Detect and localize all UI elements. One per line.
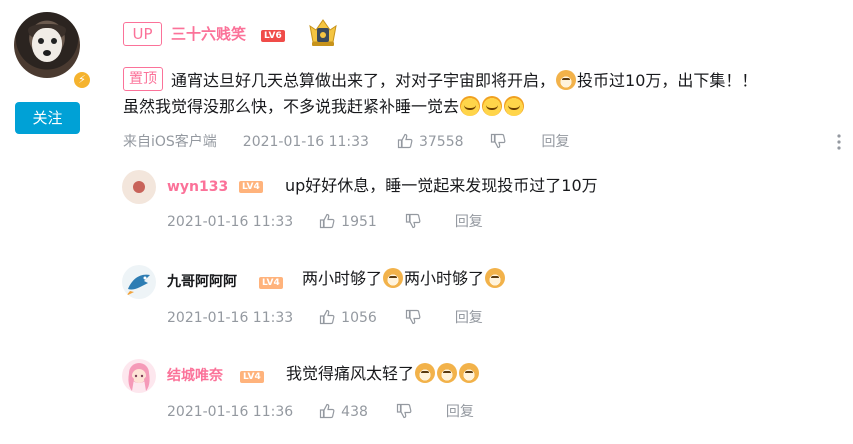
reply-text: 两小时够了 两小时够了	[302, 268, 506, 290]
reply-meta: 2021-01-16 11:36 438 回复	[167, 402, 474, 422]
thumb-up-icon[interactable]	[319, 309, 335, 325]
bird-avatar-shape	[126, 274, 150, 296]
avatar-face-shape	[32, 28, 62, 62]
reply-text-part1: 我觉得痛风太轻了	[286, 364, 415, 383]
thumb-up-icon[interactable]	[397, 133, 413, 149]
crown-badge-icon	[309, 19, 337, 46]
main-text-part1: 通宵达旦好几天总算做出来了，对对子宇宙即将开启，	[171, 71, 556, 90]
main-comment-meta: 来自iOS客户端 2021-01-16 11:33 37558 回复	[123, 132, 570, 152]
level-badge: LV6	[261, 30, 285, 42]
thumb-up-icon[interactable]	[319, 403, 335, 419]
comment-time: 2021-01-16 11:33	[167, 310, 294, 326]
reply-button[interactable]: 回复	[455, 310, 483, 326]
main-author-avatar[interactable]: ⚡	[14, 12, 92, 90]
reply-meta: 2021-01-16 11:33 1951 回复	[167, 212, 483, 232]
main-author-name[interactable]: 三十六贱笑	[171, 24, 246, 44]
anime-girl-avatar-shape	[128, 363, 150, 391]
reply-text: 我觉得痛风太轻了	[286, 363, 480, 385]
level-badge: LV4	[259, 277, 283, 289]
thumb-down-icon[interactable]	[405, 309, 421, 325]
reply-text: up好好休息，睡一觉起来发现投币过了10万	[285, 176, 598, 195]
doge-emoji-icon	[485, 268, 506, 288]
vip-lightning-icon: ⚡	[72, 70, 92, 90]
sleep-emoji-icon	[482, 96, 503, 116]
more-vertical-icon[interactable]	[836, 132, 842, 152]
comment-time: 2021-01-16 11:33	[167, 214, 294, 230]
main-text-part3: 虽然我觉得没那么快，不多说我赶紧补睡一觉去	[123, 97, 460, 116]
reply-author-name[interactable]: 结城唯奈	[167, 366, 223, 386]
doge-emoji-icon	[437, 363, 458, 383]
reply-author-name[interactable]: wyn133	[167, 177, 228, 197]
avatar-nose	[43, 50, 51, 56]
like-count: 438	[341, 404, 368, 420]
reply-avatar[interactable]	[122, 170, 156, 204]
main-comment-text-line2: 虽然我觉得没那么快，不多说我赶紧补睡一觉去	[123, 94, 843, 120]
reply-meta: 2021-01-16 11:33 1056 回复	[167, 308, 483, 328]
reply-button[interactable]: 回复	[446, 404, 474, 420]
doge-emoji-icon	[415, 363, 436, 383]
thumb-down-icon[interactable]	[396, 403, 412, 419]
up-tag: UP	[123, 22, 162, 46]
avatar-eye-left	[38, 38, 44, 44]
reply-avatar[interactable]	[122, 265, 156, 299]
comment-time: 2021-01-16 11:36	[167, 404, 294, 420]
pinned-tag: 置顶	[123, 67, 163, 91]
comment-time: 2021-01-16 11:33	[242, 134, 369, 150]
sleep-emoji-icon	[460, 96, 481, 116]
reply-button[interactable]: 回复	[455, 214, 483, 230]
reply-button[interactable]: 回复	[542, 134, 570, 150]
like-count: 37558	[418, 134, 464, 150]
thumb-up-icon[interactable]	[319, 213, 335, 229]
doge-emoji-icon	[459, 363, 480, 383]
like-count: 1951	[341, 214, 377, 230]
doge-emoji-icon	[556, 70, 577, 90]
thumb-down-icon[interactable]	[490, 133, 506, 149]
reply-avatar[interactable]	[122, 359, 156, 393]
main-text-part2: 投币过10万，出下集！！	[577, 71, 758, 90]
level-badge: LV4	[240, 371, 264, 383]
reply-text-part2: 两小时够了	[404, 269, 485, 288]
main-comment-text-line1: 通宵达旦好几天总算做出来了，对对子宇宙即将开启， 投币过10万，出下集！！	[171, 68, 841, 94]
avatar-eye-right	[51, 38, 57, 44]
follow-button[interactable]: 关注	[15, 102, 80, 134]
doge-emoji-icon	[383, 268, 404, 288]
thumb-down-icon[interactable]	[405, 213, 421, 229]
reply-author-name[interactable]: 九哥阿阿阿	[167, 272, 237, 292]
like-count: 1056	[341, 310, 377, 326]
sleep-emoji-icon	[504, 96, 525, 116]
reply-text-part1: 两小时够了	[302, 269, 383, 288]
level-badge: LV4	[239, 181, 263, 193]
avatar-shape	[133, 181, 145, 193]
comment-source: 来自iOS客户端	[123, 134, 217, 150]
